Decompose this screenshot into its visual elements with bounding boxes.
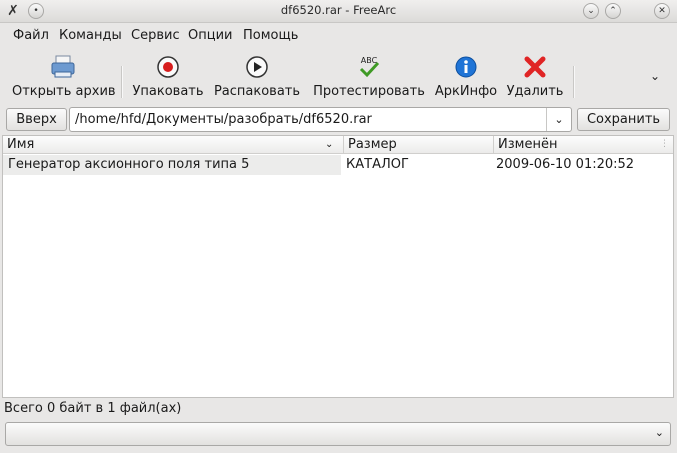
toolbar-separator [121, 66, 123, 98]
arcinfo-button[interactable]: АркИнфо [434, 54, 498, 100]
menu-bar: Файл Команды Сервис Опции Помощь [0, 24, 677, 46]
column-header-modified[interactable]: Изменён ⋮ [493, 136, 673, 154]
title-bar: ✗ • df6520.rar - FreeArc ⌄ ⌃ ✕ [0, 0, 677, 23]
file-list[interactable]: Имя ⌄ Размер Изменён ⋮ Генератор аксионн… [2, 135, 674, 398]
chevron-down-icon[interactable]: ⌄ [655, 426, 664, 439]
record-icon [157, 56, 179, 78]
toolbar-separator [573, 66, 575, 98]
column-header-size[interactable]: Размер [343, 136, 493, 154]
menu-help[interactable]: Помощь [243, 28, 298, 43]
close-icon[interactable]: ✕ [654, 3, 670, 19]
table-row[interactable]: Генератор аксионного поля типа 5 КАТАЛОГ… [3, 155, 673, 175]
delete-label: Удалить [506, 84, 564, 99]
minimize-icon[interactable]: ⌄ [583, 3, 599, 19]
svg-text:ABC: ABC [361, 56, 378, 65]
path-combobox[interactable]: /home/hfd/Документы/разобрать/df6520.rar… [69, 107, 572, 132]
test-button[interactable]: ABC Протестировать [310, 54, 428, 100]
test-label: Протестировать [313, 84, 425, 99]
open-archive-button[interactable]: Открыть архив [12, 54, 116, 100]
add-label: Упаковать [132, 84, 204, 99]
menu-file[interactable]: Файл [13, 28, 49, 43]
path-input[interactable]: /home/hfd/Документы/разобрать/df6520.rar [75, 112, 372, 127]
column-grip-icon[interactable]: ⋮ [660, 136, 669, 153]
window-title: df6520.rar - FreeArc [280, 3, 397, 17]
open-archive-label: Открыть архив [12, 84, 116, 99]
arcinfo-label: АркИнфо [434, 84, 498, 99]
chevron-down-icon[interactable]: ⌄ [650, 69, 660, 83]
delete-icon [524, 56, 546, 78]
menu-options[interactable]: Опции [188, 28, 232, 43]
add-button[interactable]: Упаковать [131, 54, 205, 100]
status-text: Всего 0 байт в 1 файл(ах) [4, 401, 182, 416]
row-name: Генератор аксионного поля типа 5 [8, 157, 250, 172]
up-button[interactable]: Вверх [6, 108, 67, 131]
column-header-name[interactable]: Имя ⌄ [3, 136, 343, 154]
extract-label: Распаковать [213, 84, 301, 99]
sort-chevron-down-icon: ⌄ [325, 139, 334, 150]
row-size: КАТАЛОГ [346, 157, 409, 172]
maximize-icon[interactable]: ⌃ [605, 3, 621, 19]
log-combobox[interactable]: ⌄ [5, 422, 671, 446]
play-icon [246, 56, 268, 78]
menu-commands[interactable]: Команды [59, 28, 122, 43]
row-modified: 2009-06-10 01:20:52 [496, 157, 635, 172]
menu-service[interactable]: Сервис [131, 28, 180, 43]
info-icon [455, 56, 477, 78]
save-button[interactable]: Сохранить [577, 108, 670, 131]
open-archive-icon [51, 55, 75, 78]
delete-button[interactable]: Удалить [505, 54, 565, 100]
toolbar: Открыть архив Упаковать Распаковать ABC … [0, 50, 677, 102]
extract-button[interactable]: Распаковать [213, 54, 301, 100]
chevron-down-icon[interactable]: ⌄ [546, 108, 571, 131]
spellcheck-icon: ABC [359, 56, 380, 78]
